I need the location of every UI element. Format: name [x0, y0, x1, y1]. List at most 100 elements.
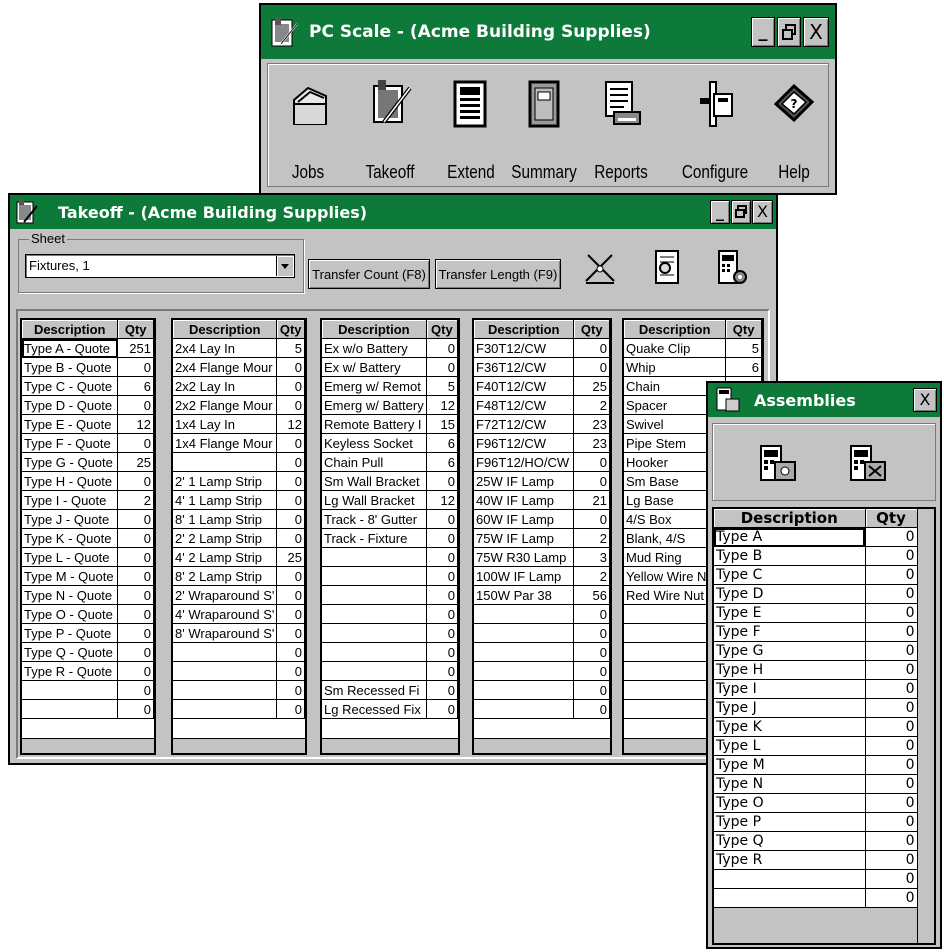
qty-cell[interactable]: 0 — [117, 547, 154, 567]
table-row[interactable]: 2x2 Flange Mour 0 — [173, 395, 305, 415]
description-cell[interactable]: F72T12/CW — [474, 414, 575, 434]
description-cell[interactable]: Type R - Quote — [22, 661, 119, 681]
table-row[interactable]: 0 — [474, 661, 610, 681]
description-cell[interactable]: F96T12/CW — [474, 433, 575, 453]
description-cell[interactable] — [322, 604, 427, 624]
table-row[interactable]: Lg Recessed Fix 0 — [322, 699, 458, 719]
description-cell[interactable] — [714, 888, 866, 908]
qty-cell[interactable]: 0 — [865, 812, 918, 832]
qty-cell[interactable]: 0 — [117, 661, 154, 681]
table-row[interactable]: 0 — [474, 699, 610, 719]
table-row[interactable]: Type L - Quote 0 — [22, 547, 154, 567]
description-cell[interactable]: 2' 2 Lamp Strip — [173, 528, 278, 548]
table-row[interactable]: F72T12/CW 23 — [474, 414, 610, 434]
table-row[interactable]: Ex w/o Battery 0 — [322, 338, 458, 358]
qty-cell[interactable]: 0 — [573, 623, 610, 643]
qty-cell[interactable]: 0 — [865, 660, 918, 680]
qty-cell[interactable]: 0 — [117, 585, 154, 605]
description-cell[interactable]: 60W IF Lamp — [474, 509, 575, 529]
description-cell[interactable]: 2' Wraparound S' — [173, 585, 278, 605]
qty-cell[interactable]: 0 — [573, 357, 610, 377]
description-cell[interactable]: Type E — [714, 603, 866, 623]
qty-cell[interactable]: 0 — [276, 433, 305, 453]
qty-cell[interactable]: 12 — [276, 414, 305, 434]
table-row[interactable]: 75W R30 Lamp 3 — [474, 547, 610, 567]
description-cell[interactable]: Type J - Quote — [22, 509, 119, 529]
qty-cell[interactable]: 0 — [117, 642, 154, 662]
table-row[interactable]: 0 — [173, 642, 305, 662]
table-row[interactable]: 0 — [322, 623, 458, 643]
description-header[interactable]: Description — [173, 320, 278, 339]
qty-cell[interactable]: 0 — [117, 699, 154, 719]
toolbar-takeoff[interactable]: Takeoff — [350, 64, 430, 190]
transfer-count-button[interactable]: Transfer Count (F8) — [308, 259, 430, 289]
description-header[interactable]: Description — [22, 320, 119, 339]
takeoff-grid-4[interactable]: Description Qty F30T12/CW 0 F36T12/CW 0 F40T12… — [472, 318, 612, 755]
assemblies-titlebar[interactable]: Assemblies X — [708, 383, 940, 417]
qty-cell[interactable]: 0 — [117, 528, 154, 548]
table-row[interactable]: 60W IF Lamp 0 — [474, 509, 610, 529]
table-row[interactable]: 75W IF Lamp 2 — [474, 528, 610, 548]
description-cell[interactable]: 100W IF Lamp — [474, 566, 575, 586]
table-row[interactable]: Sm Wall Bracket 0 — [322, 471, 458, 491]
qty-cell[interactable]: 0 — [573, 471, 610, 491]
description-cell[interactable]: 25W IF Lamp — [474, 471, 575, 491]
qty-cell[interactable]: 0 — [276, 566, 305, 586]
description-cell[interactable]: 40W IF Lamp — [474, 490, 575, 510]
table-row[interactable]: 0 — [322, 642, 458, 662]
add-assembly-icon[interactable] — [757, 444, 797, 487]
qty-cell[interactable]: 3 — [573, 547, 610, 567]
qty-cell[interactable]: 0 — [865, 850, 918, 870]
description-cell[interactable]: 1x4 Lay In — [173, 414, 278, 434]
description-cell[interactable] — [173, 642, 278, 662]
qty-cell[interactable]: 0 — [426, 604, 458, 624]
qty-cell[interactable]: 251 — [117, 338, 154, 358]
assemblies-description-header[interactable]: Description — [714, 509, 866, 528]
qty-cell[interactable]: 0 — [426, 509, 458, 529]
description-cell[interactable]: Track - 8' Gutter — [322, 509, 427, 529]
qty-cell[interactable]: 0 — [117, 680, 154, 700]
table-row[interactable]: 25W IF Lamp 0 — [474, 471, 610, 491]
qty-cell[interactable]: 0 — [117, 395, 154, 415]
description-cell[interactable]: Type K - Quote — [22, 528, 119, 548]
description-cell[interactable]: Type N — [714, 774, 866, 794]
description-cell[interactable] — [322, 585, 427, 605]
description-cell[interactable]: 8' 2 Lamp Strip — [173, 566, 278, 586]
description-cell[interactable]: 2x2 Flange Mour — [173, 395, 278, 415]
description-cell[interactable]: F48T12/CW — [474, 395, 575, 415]
description-cell[interactable]: Type P — [714, 812, 866, 832]
qty-cell[interactable]: 0 — [276, 471, 305, 491]
description-cell[interactable]: 4' Wraparound S' — [173, 604, 278, 624]
qty-cell[interactable]: 25 — [117, 452, 154, 472]
description-cell[interactable]: Type M - Quote — [22, 566, 119, 586]
table-row[interactable]: F96T12/HO/CW 0 — [474, 452, 610, 472]
vertical-scrollbar[interactable] — [917, 509, 934, 943]
qty-cell[interactable]: 23 — [573, 414, 610, 434]
qty-cell[interactable]: 0 — [573, 642, 610, 662]
table-row[interactable]: Ex w/ Battery 0 — [322, 357, 458, 377]
description-cell[interactable]: 2x4 Lay In — [173, 338, 278, 358]
description-cell[interactable]: 1x4 Flange Mour — [173, 433, 278, 453]
qty-cell[interactable]: 0 — [573, 604, 610, 624]
assemblies-qty-header[interactable]: Qty — [865, 509, 918, 528]
table-row[interactable]: F96T12/CW 23 — [474, 433, 610, 453]
table-row[interactable]: 4' 1 Lamp Strip 0 — [173, 490, 305, 510]
chevron-down-icon[interactable] — [276, 256, 293, 276]
qty-cell[interactable]: 23 — [573, 433, 610, 453]
qty-cell[interactable]: 0 — [865, 546, 918, 566]
table-row[interactable]: 2' 1 Lamp Strip 0 — [173, 471, 305, 491]
description-cell[interactable]: Type D — [714, 584, 866, 604]
toolbar-extend[interactable]: Extend — [436, 64, 506, 190]
description-cell[interactable]: Lg Recessed Fix — [322, 699, 427, 719]
qty-cell[interactable]: 0 — [276, 395, 305, 415]
description-cell[interactable]: Type N - Quote — [22, 585, 119, 605]
qty-cell[interactable]: 0 — [117, 623, 154, 643]
table-row[interactable]: Type I - Quote 2 — [22, 490, 154, 510]
table-row[interactable]: Chain Pull 6 — [322, 452, 458, 472]
table-row[interactable]: 2' Wraparound S' 0 — [173, 585, 305, 605]
description-cell[interactable]: Emerg w/ Remot — [322, 376, 427, 396]
qty-cell[interactable]: 2 — [117, 490, 154, 510]
table-row[interactable]: Lg Wall Bracket 12 — [322, 490, 458, 510]
table-row[interactable]: 0 — [22, 680, 154, 700]
description-cell[interactable]: Track - Fixture — [322, 528, 427, 548]
